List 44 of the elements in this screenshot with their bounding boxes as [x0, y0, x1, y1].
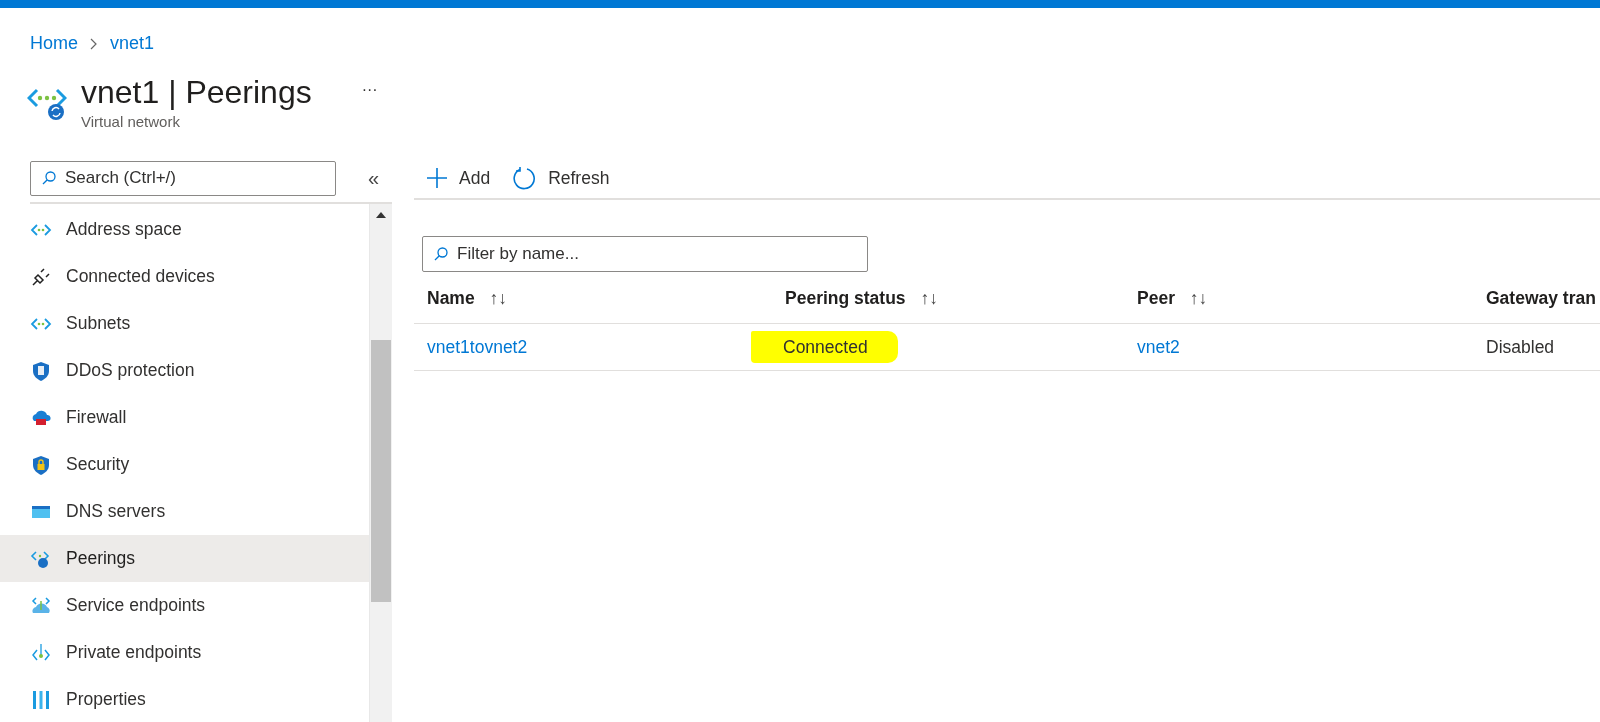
page-title: vnet1 | Peerings — [81, 74, 312, 111]
table-link[interactable]: vnet1tovnet2 — [427, 336, 528, 357]
column-header[interactable]: Peering status — [785, 288, 906, 308]
menu-item-icon — [30, 688, 52, 711]
sidebar-item[interactable]: DDoS protection — [0, 347, 369, 394]
sidebar-item[interactable]: Subnets — [0, 300, 369, 347]
filter-field[interactable]: Filter by name... — [422, 236, 868, 272]
sort-icon[interactable]: ↑↓ — [1189, 288, 1208, 308]
breadcrumb-link[interactable]: vnet1 — [110, 33, 155, 54]
table-cell: Connected — [751, 330, 898, 363]
search-icon — [42, 171, 56, 185]
more-button[interactable]: ··· — [355, 80, 384, 100]
refresh-button[interactable]: Refresh — [512, 166, 610, 190]
chevron-icon — [90, 37, 98, 50]
add-button[interactable]: Add — [427, 167, 491, 189]
menu-item-icon — [30, 359, 52, 382]
search-field[interactable]: Search (Ctrl+/) — [30, 160, 336, 196]
sidebar-item[interactable]: Connected devices — [0, 253, 369, 300]
search-icon — [434, 247, 448, 261]
sidebar-item[interactable]: Peerings — [0, 535, 369, 582]
sort-icon[interactable]: ↑↓ — [920, 288, 938, 308]
column-header[interactable]: Peer — [1137, 288, 1175, 308]
column-header[interactable]: Name — [427, 288, 475, 308]
table-cell-text: Disabled — [1486, 335, 1555, 359]
scrollbar-thumb[interactable] — [371, 340, 391, 602]
breadcrumb-link[interactable]: Home — [30, 33, 78, 54]
column-header[interactable]: Gateway tran — [1486, 288, 1596, 308]
sidebar-item[interactable]: Properties — [0, 676, 369, 722]
menu-item-icon — [30, 453, 52, 476]
table-link[interactable]: vnet2 — [1137, 336, 1180, 357]
scroll-up-icon[interactable] — [376, 212, 386, 218]
plus-icon — [427, 168, 447, 188]
sidebar-item[interactable]: Private endpoints — [0, 629, 369, 676]
sidebar-item[interactable]: Service endpoints — [0, 582, 369, 629]
sidebar-item[interactable]: Firewall — [0, 394, 369, 441]
sort-icon[interactable]: ↑↓ — [489, 288, 508, 308]
page-subtitle: Virtual network — [81, 113, 181, 130]
sidebar-item[interactable]: Address space — [0, 206, 369, 253]
sidebar-item[interactable]: DNS servers — [0, 488, 369, 535]
sidebar-item[interactable]: Security — [0, 441, 369, 488]
refresh-icon — [512, 166, 537, 190]
collapse-button[interactable]: « — [362, 165, 386, 191]
menu-item-icon — [30, 265, 52, 288]
scrollbar[interactable] — [369, 204, 392, 722]
